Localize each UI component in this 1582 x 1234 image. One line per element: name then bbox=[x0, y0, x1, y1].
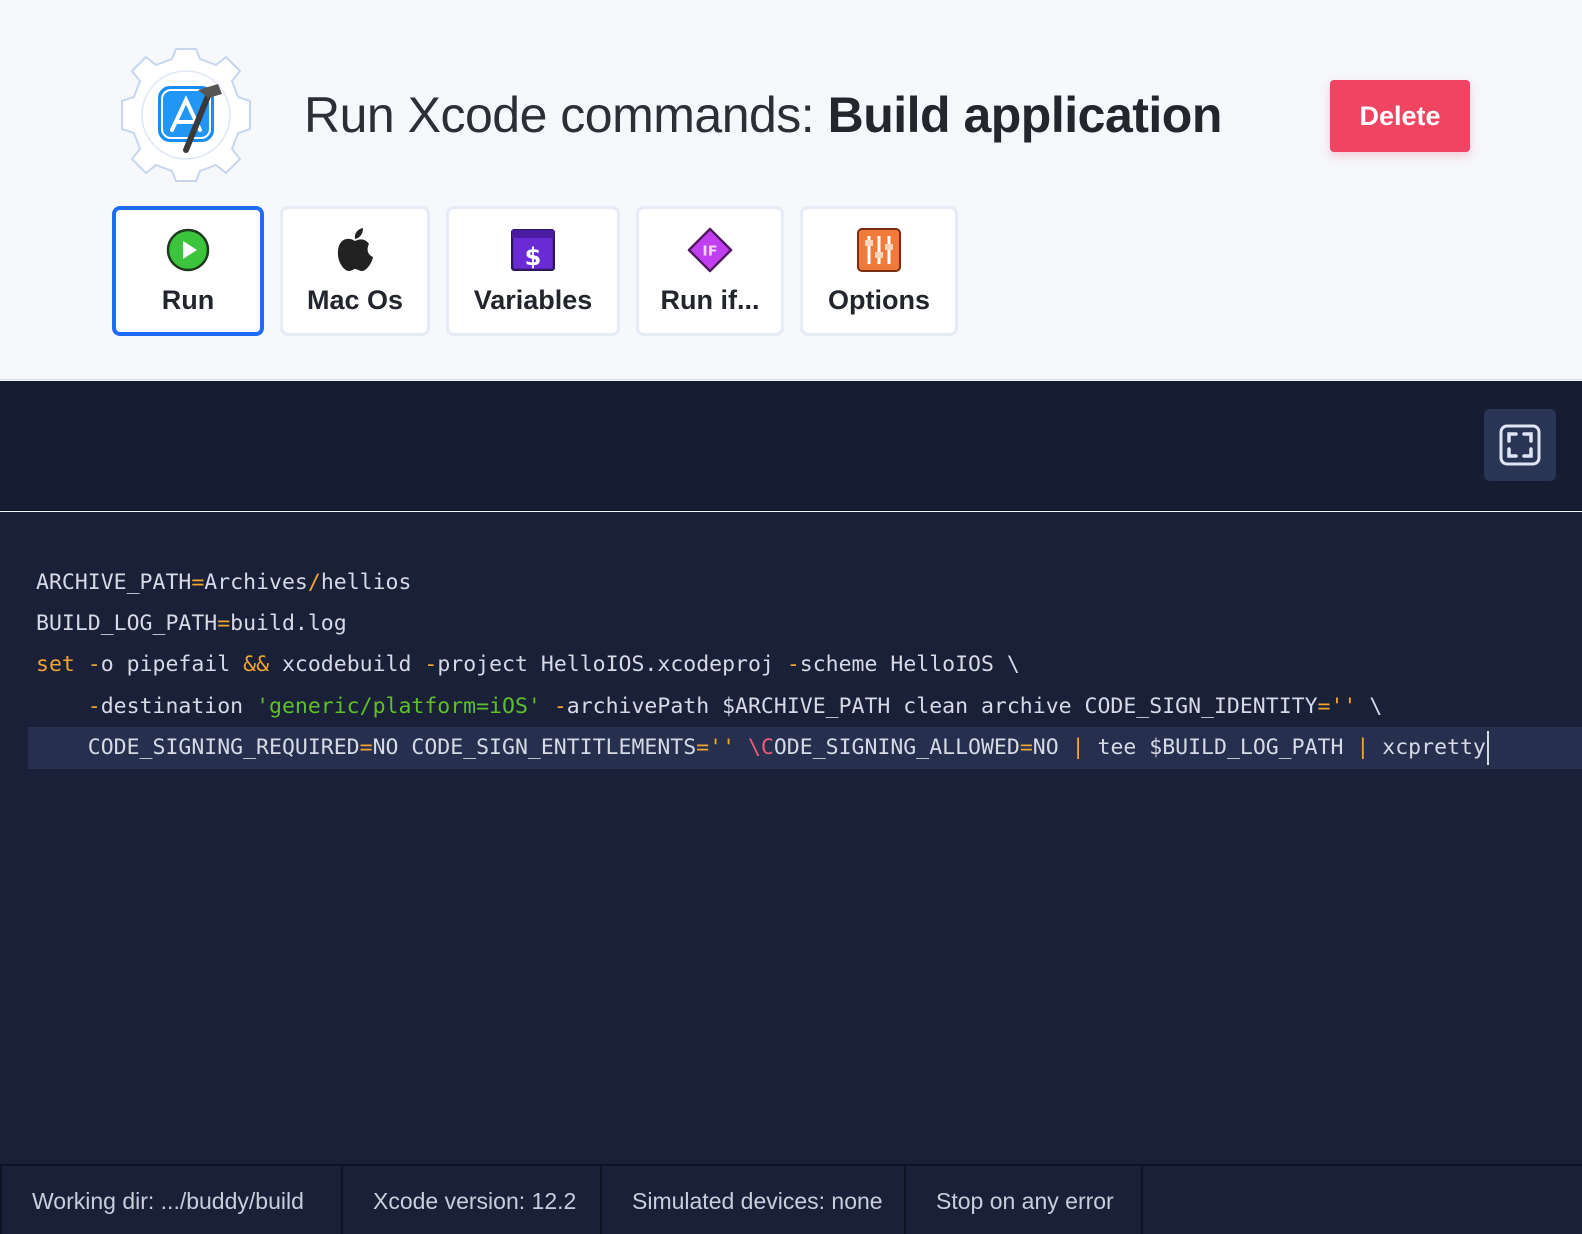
working-dir-status[interactable]: Working dir: .../buddy/build bbox=[0, 1166, 341, 1234]
if-diamond-icon: IF bbox=[687, 227, 733, 273]
delete-button[interactable]: Delete bbox=[1330, 80, 1470, 152]
tab-run[interactable]: Run bbox=[112, 206, 264, 336]
status-bar-spacer bbox=[1141, 1166, 1582, 1234]
tab-variables-label: Variables bbox=[473, 285, 593, 315]
text-cursor bbox=[1486, 731, 1489, 765]
tab-mac-os-label: Mac Os bbox=[306, 285, 404, 315]
error-mode-status[interactable]: Stop on any error bbox=[904, 1166, 1141, 1234]
tab-options-label: Options bbox=[828, 285, 930, 315]
svg-text:IF: IF bbox=[702, 244, 717, 260]
code-line-5[interactable]: CODE_SIGNING_REQUIRED=NO CODE_SIGN_ENTIT… bbox=[36, 735, 1486, 760]
code-line-1[interactable]: ARCHIVE_PATH=Archives/hellios bbox=[36, 562, 411, 604]
tab-variables[interactable]: $ Variables bbox=[446, 206, 620, 336]
sliders-icon bbox=[856, 227, 902, 273]
action-header: Run Xcode commands: Build application De… bbox=[0, 0, 1582, 380]
dollar-variable-icon: $ bbox=[510, 227, 556, 273]
title-action: Build application bbox=[827, 87, 1223, 143]
title-prefix: Run Xcode commands: bbox=[304, 87, 828, 143]
tab-run-if[interactable]: IF Run if... bbox=[636, 206, 784, 336]
editor-toolbar bbox=[0, 381, 1582, 511]
code-editor[interactable]: ARCHIVE_PATH=Archives/hellios BUILD_LOG_… bbox=[0, 512, 1582, 1164]
tab-options[interactable]: Options bbox=[800, 206, 958, 336]
tab-run-label: Run bbox=[161, 285, 215, 315]
page-title: Run Xcode commands: Build application bbox=[304, 86, 1222, 144]
apple-icon bbox=[332, 227, 378, 273]
tab-mac-os[interactable]: Mac Os bbox=[280, 206, 430, 336]
status-bar: Working dir: .../buddy/build Xcode versi… bbox=[0, 1164, 1582, 1234]
fullscreen-icon bbox=[1499, 424, 1541, 466]
fullscreen-button[interactable] bbox=[1484, 409, 1556, 481]
play-circle-icon bbox=[165, 227, 211, 273]
tab-run-if-label: Run if... bbox=[660, 285, 760, 315]
code-line-3[interactable]: set -o pipefail && xcodebuild -project H… bbox=[36, 644, 1020, 686]
code-line-4[interactable]: -destination 'generic/platform=iOS' -arc… bbox=[36, 686, 1382, 728]
code-line-2[interactable]: BUILD_LOG_PATH=build.log bbox=[36, 603, 347, 645]
xcode-version-status[interactable]: Xcode version: 12.2 bbox=[341, 1166, 600, 1234]
code-line-5-current[interactable]: CODE_SIGNING_REQUIRED=NO CODE_SIGN_ENTIT… bbox=[28, 727, 1582, 769]
xcode-gear-icon bbox=[121, 48, 251, 182]
svg-text:$: $ bbox=[525, 243, 542, 271]
simulated-devices-status[interactable]: Simulated devices: none bbox=[600, 1166, 904, 1234]
